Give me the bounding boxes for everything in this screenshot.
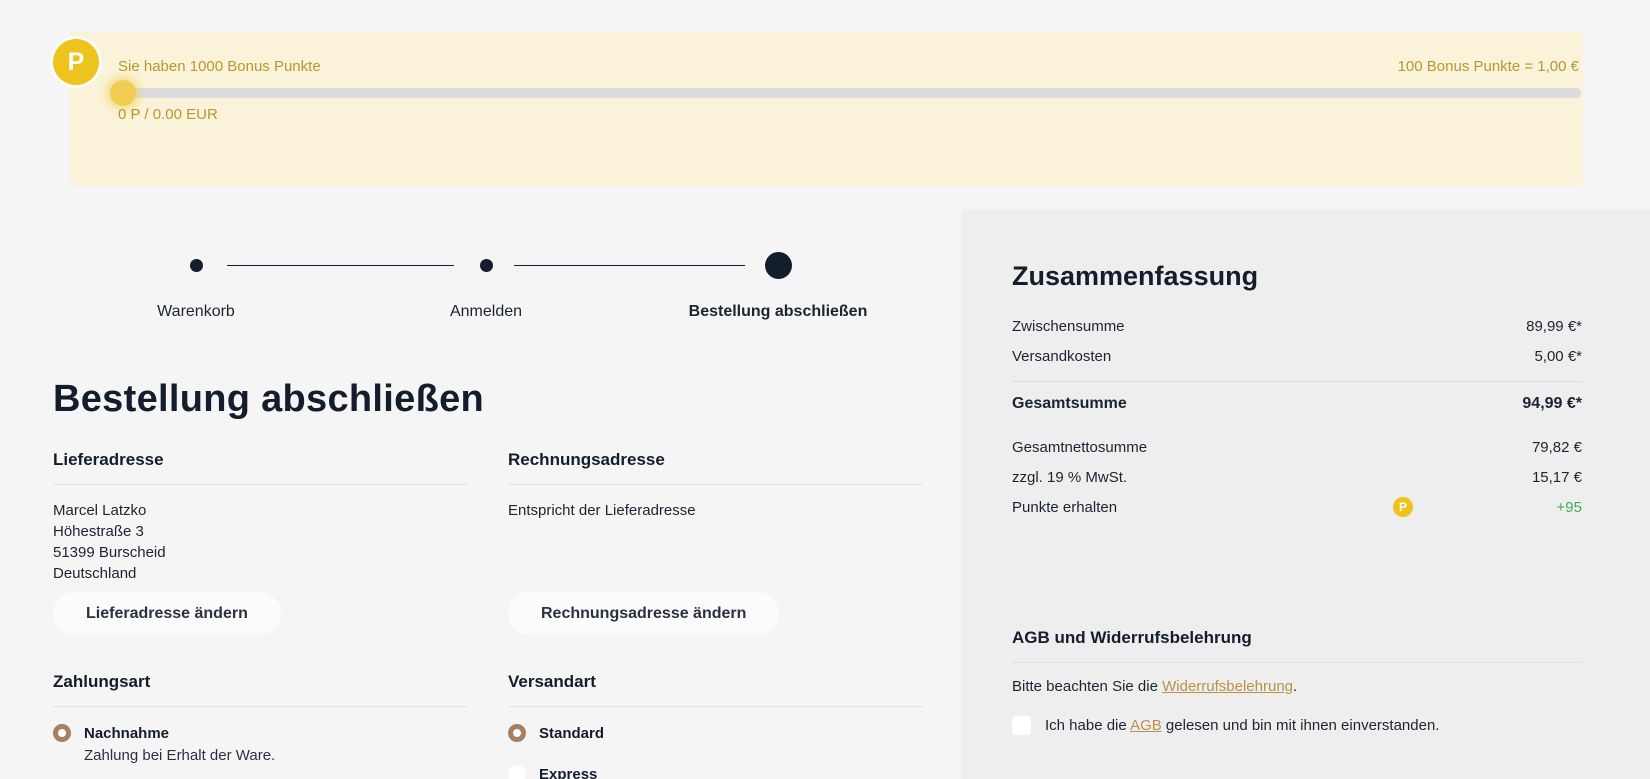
summary-row-total: Gesamtsumme 94,99 €* [1012,395,1582,413]
step-label-anmelden[interactable]: Anmelden [336,303,636,321]
net-total-label: Gesamtnettosumme [1012,439,1147,456]
terms-notice: Bitte beachten Sie die Widerrufsbelehrun… [1012,678,1582,695]
payment-method-heading: Zahlungsart [53,672,468,707]
shipping-address-name: Marcel Latzko [53,500,468,521]
points-earned-value: +95 [1557,499,1582,516]
terms-heading: AGB und Widerrufsbelehrung [1012,628,1582,663]
vat-value: 15,17 € [1532,469,1582,486]
widerrufsbelehrung-link[interactable]: Widerrufsbelehrung [1162,678,1293,695]
radio-nachnahme[interactable] [53,724,71,742]
payment-method-section: Zahlungsart Nachnahme Zahlung bei Erhalt… [53,672,468,764]
summary-row-vat: zzgl. 19 % MwSt. 15,17 € [1012,469,1582,486]
billing-address-section: Rechnungsadresse Entspricht der Lieferad… [508,450,923,521]
page-title: Bestellung abschließen [53,378,484,421]
total-label: Gesamtsumme [1012,395,1127,413]
billing-address-heading: Rechnungsadresse [508,450,923,485]
summary-row-net-total: Gesamtnettosumme 79,82 € [1012,439,1582,456]
bonus-banner: P Sie haben 1000 Bonus Punkte 100 Bonus … [70,32,1583,186]
shipping-method-section: Versandart Standard Express [508,672,923,779]
shipping-method-heading: Versandart [508,672,923,707]
summary-row-points: Punkte erhalten P +95 [1012,499,1582,516]
points-icon: P [1393,497,1413,517]
shipping-address-city: 51399 Burscheid [53,542,468,563]
net-total-value: 79,82 € [1532,439,1582,456]
bonus-conversion-rate-label: 100 Bonus Punkte = 1,00 € [1398,58,1579,75]
step-connector-line [514,265,745,266]
agb-text-suffix: gelesen und bin mit ihnen einverstanden. [1162,717,1440,734]
total-value: 94,99 €* [1522,395,1582,413]
terms-notice-prefix: Bitte beachten Sie die [1012,678,1162,695]
summary-divider [1012,381,1582,382]
bonus-slider-track[interactable] [118,88,1581,98]
payment-option-label[interactable]: Nachnahme [84,725,169,742]
agb-consent-text: Ich habe die AGB gelesen und bin mit ihn… [1045,717,1439,734]
subtotal-label: Zwischensumme [1012,318,1125,335]
radio-standard[interactable] [508,724,526,742]
shipping-cost-label: Versandkosten [1012,348,1111,365]
change-shipping-address-button[interactable]: Lieferadresse ändern [53,592,281,635]
step-connector-line [227,265,454,266]
change-billing-address-button[interactable]: Rechnungsadresse ändern [508,592,779,635]
payment-option-description: Zahlung bei Erhalt der Ware. [84,747,468,764]
shipping-address-country: Deutschland [53,563,468,584]
agb-consent-row: Ich habe die AGB gelesen und bin mit ihn… [1012,716,1582,735]
summary-row-subtotal: Zwischensumme 89,99 €* [1012,318,1582,335]
bonus-points-icon: P [53,39,99,85]
summary-heading: Zusammenfassung [1012,261,1582,292]
checkout-page: P Sie haben 1000 Bonus Punkte 100 Bonus … [0,0,1650,779]
shipping-address-section: Lieferadresse Marcel Latzko Höhestraße 3… [53,450,468,584]
step-label-warenkorb[interactable]: Warenkorb [46,303,346,321]
shipping-option-label-standard[interactable]: Standard [539,725,604,742]
radio-express[interactable] [508,765,526,779]
step-label-bestellung: Bestellung abschließen [628,303,928,321]
bonus-points-balance-label: Sie haben 1000 Bonus Punkte [118,58,321,75]
points-earned-label: Punkte erhalten [1012,499,1117,516]
shipping-address-heading: Lieferadresse [53,450,468,485]
vat-label: zzgl. 19 % MwSt. [1012,469,1127,486]
agb-checkbox[interactable] [1012,716,1031,735]
step-dot-bestellung [765,252,792,279]
subtotal-value: 89,99 €* [1526,318,1582,335]
order-summary-sidebar: Zusammenfassung Zwischensumme 89,99 €* V… [961,209,1650,779]
step-dot-warenkorb[interactable] [190,259,203,272]
shipping-option-label-express[interactable]: Express [539,766,597,779]
shipping-address-street: Höhestraße 3 [53,521,468,542]
step-dot-anmelden[interactable] [480,259,493,272]
agb-text-prefix: Ich habe die [1045,717,1130,734]
summary-row-shipping-cost: Versandkosten 5,00 €* [1012,348,1582,365]
bonus-slider-value: 0 P / 0.00 EUR [118,106,218,123]
billing-address-note: Entspricht der Lieferadresse [508,500,923,521]
terms-notice-suffix: . [1293,678,1297,695]
shipping-cost-value: 5,00 €* [1534,348,1582,365]
bonus-slider-handle[interactable] [110,80,136,106]
agb-link[interactable]: AGB [1130,717,1162,734]
